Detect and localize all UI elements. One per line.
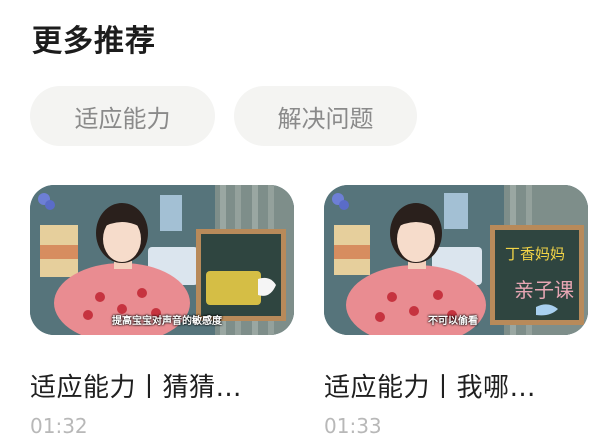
svg-text:丁香妈妈: 丁香妈妈 <box>505 245 565 263</box>
video-duration: 01:33 <box>324 414 382 438</box>
video-thumbnail[interactable]: 丁香妈妈 亲子课 不可以偷看 <box>324 185 588 335</box>
video-duration: 01:32 <box>30 414 88 438</box>
video-card[interactable]: 丁香妈妈 亲子课 不可以偷看 适应能力丨我哪… 01:33 <box>324 185 588 438</box>
video-caption: 不可以偷看 <box>428 316 478 327</box>
video-thumbnail[interactable]: 提高宝宝对声音的敏感度 <box>30 185 294 335</box>
video-caption: 提高宝宝对声音的敏感度 <box>112 316 222 327</box>
svg-text:亲子课: 亲子课 <box>514 278 574 302</box>
tag-problem-solving[interactable]: 解决问题 <box>234 86 417 146</box>
video-title[interactable]: 适应能力丨猜猜… <box>30 367 294 404</box>
video-title[interactable]: 适应能力丨我哪… <box>324 367 588 404</box>
video-card[interactable]: 提高宝宝对声音的敏感度 适应能力丨猜猜… 01:32 <box>30 185 294 438</box>
section-title: 更多推荐 <box>32 24 156 59</box>
tag-adaptability[interactable]: 适应能力 <box>30 86 215 146</box>
